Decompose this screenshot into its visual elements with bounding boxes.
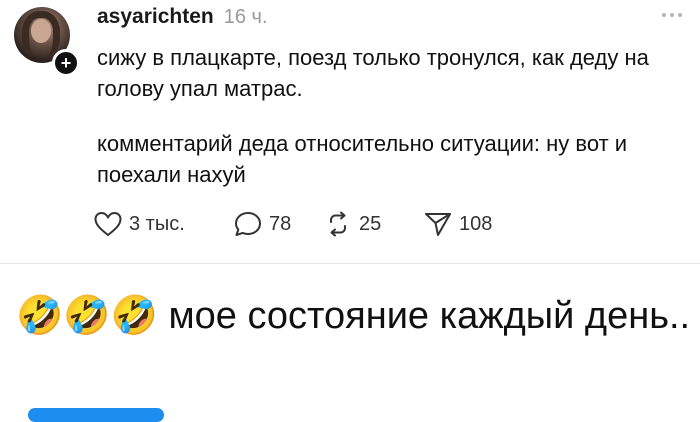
reply-button[interactable]: 78 <box>233 208 323 240</box>
meme-caption: 🤣🤣🤣 мое состояние каждый день.. <box>16 290 696 342</box>
username[interactable]: asyarichten <box>97 5 214 29</box>
divider <box>0 263 700 264</box>
reply-count: 78 <box>269 212 292 235</box>
repost-count: 25 <box>359 212 382 235</box>
blue-button-edge[interactable] <box>28 408 164 422</box>
timestamp: 16 ч. <box>223 6 268 28</box>
threads-post: + asyarichten 16 ч. сижу в плацкарте, по… <box>0 0 700 262</box>
send-icon <box>425 213 451 236</box>
post-header: asyarichten 16 ч. <box>97 5 268 31</box>
repost-button[interactable]: 25 <box>323 208 423 240</box>
like-button[interactable]: 3 тыс. <box>93 208 233 240</box>
share-button[interactable]: 108 <box>423 208 492 240</box>
post-text-paragraph-2: комментарий деда относительно ситуации: … <box>97 131 628 187</box>
post-actions: 3 тыс. 78 25 108 <box>93 208 492 240</box>
laughing-emoji-icon: 🤣🤣🤣 <box>16 295 158 337</box>
caption-text: мое состояние каждый день.. <box>168 295 691 337</box>
post-text-paragraph-1: сижу в плацкарте, поезд только тронулся,… <box>97 45 649 101</box>
like-count: 3 тыс. <box>129 212 185 235</box>
heart-icon <box>94 211 122 237</box>
avatar[interactable]: + <box>14 7 80 77</box>
more-dots-icon[interactable] <box>655 6 689 24</box>
repost-icon <box>330 211 346 237</box>
follow-plus-icon[interactable]: + <box>52 49 80 77</box>
speech-bubble-icon <box>235 212 261 236</box>
share-count: 108 <box>459 212 493 235</box>
